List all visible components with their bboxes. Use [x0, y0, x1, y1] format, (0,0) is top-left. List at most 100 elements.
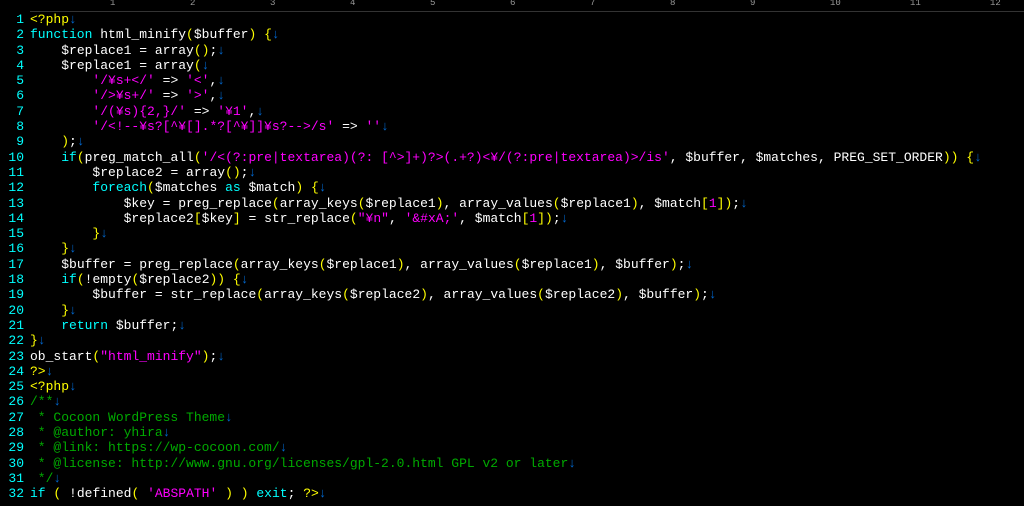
code-line[interactable]: foreach($matches as $match) {↓	[30, 180, 1024, 195]
token-plain: =>	[186, 104, 217, 119]
code-line[interactable]: $buffer = str_replace(array_keys($replac…	[30, 287, 1024, 302]
code-line[interactable]: if(!empty($replace2)) {↓	[30, 272, 1024, 287]
token-plain: ,	[623, 287, 639, 302]
ruler: 123456789101112	[30, 0, 1024, 12]
token-var: $match	[654, 196, 701, 211]
code-line[interactable]: }↓	[30, 241, 1024, 256]
line-number: 7	[0, 104, 24, 119]
token-func: preg_replace	[139, 257, 233, 272]
token-eol: ↓	[69, 12, 77, 27]
token-plain: =>	[155, 73, 186, 88]
ruler-mark: 4	[350, 0, 355, 11]
token-eol: ↓	[241, 272, 249, 287]
token-plain: !	[61, 486, 77, 501]
code-line[interactable]: return $buffer;↓	[30, 318, 1024, 333]
code-line[interactable]: }↓	[30, 333, 1024, 348]
line-number: 1	[0, 12, 24, 27]
code-line[interactable]: * Cocoon WordPress Theme↓	[30, 410, 1024, 425]
token-eol: ↓	[974, 150, 982, 165]
ruler-mark: 5	[430, 0, 435, 11]
token-eol: ↓	[561, 211, 569, 226]
token-func: array	[155, 43, 194, 58]
token-delim: ?>	[30, 364, 46, 379]
token-eol: ↓	[69, 303, 77, 318]
token-var: $match	[249, 180, 296, 195]
token-paren: {	[264, 27, 272, 42]
code-line[interactable]: }↓	[30, 226, 1024, 241]
code-line[interactable]: $replace2 = array();↓	[30, 165, 1024, 180]
token-func: str_replace	[264, 211, 350, 226]
code-editor[interactable]: 123456789101112 123456789101112131415161…	[0, 0, 1024, 506]
line-number: 18	[0, 272, 24, 287]
token-paren: )	[615, 287, 623, 302]
code-line[interactable]: ?>↓	[30, 364, 1024, 379]
token-plain: ;	[288, 486, 304, 501]
line-number: 27	[0, 410, 24, 425]
token-plain: ,	[444, 196, 460, 211]
token-plain	[30, 58, 61, 73]
token-eol: ↓	[256, 104, 264, 119]
token-str: 'ABSPATH'	[147, 486, 217, 501]
code-line[interactable]: if(preg_match_all('/<(?:pre|textarea)(?:…	[30, 150, 1024, 165]
token-plain: =>	[334, 119, 365, 134]
token-plain	[30, 119, 92, 134]
code-line[interactable]: '/<!--¥s?[^¥[].*?[^¥]]¥s?-->/s' => ''↓	[30, 119, 1024, 134]
token-paren: (	[342, 287, 350, 302]
ruler-mark: 12	[990, 0, 1001, 11]
token-cmt: * @link: https://wp-cocoon.com/	[30, 440, 280, 455]
code-line[interactable]: * @license: http://www.gnu.org/licenses/…	[30, 456, 1024, 471]
code-line[interactable]: * @link: https://wp-cocoon.com/↓	[30, 440, 1024, 455]
code-line[interactable]: '/(¥s){2,}/' => '¥1',↓	[30, 104, 1024, 119]
token-cmt: * @author: yhira	[30, 425, 163, 440]
ruler-mark: 3	[270, 0, 275, 11]
token-func: str_replace	[170, 287, 256, 302]
line-number: 12	[0, 180, 24, 195]
code-line[interactable]: $replace1 = array();↓	[30, 43, 1024, 58]
token-str: '<'	[186, 73, 209, 88]
code-line[interactable]: $buffer = preg_replace(array_keys($repla…	[30, 257, 1024, 272]
token-plain: ,	[600, 257, 616, 272]
code-line[interactable]: $key = preg_replace(array_keys($replace1…	[30, 196, 1024, 211]
token-plain	[108, 318, 116, 333]
token-plain	[30, 226, 92, 241]
code-line[interactable]: $replace1 = array(↓	[30, 58, 1024, 73]
token-plain: =	[147, 287, 170, 302]
token-func: defined	[77, 486, 132, 501]
token-plain	[30, 43, 61, 58]
code-line[interactable]: <?php↓	[30, 379, 1024, 394]
code-line[interactable]: $replace2[$key] = str_replace("¥n", '&#x…	[30, 211, 1024, 226]
code-line[interactable]: '/¥s+</' => '<',↓	[30, 73, 1024, 88]
code-line[interactable]: * @author: yhira↓	[30, 425, 1024, 440]
token-eol: ↓	[53, 471, 61, 486]
code-line[interactable]: /**↓	[30, 394, 1024, 409]
token-func: array_keys	[280, 196, 358, 211]
token-var: $key	[124, 196, 155, 211]
token-plain: ;	[701, 287, 709, 302]
code-line[interactable]: '/>¥s+/' => '>',↓	[30, 88, 1024, 103]
token-const: PREG_SET_ORDER	[834, 150, 943, 165]
line-number: 5	[0, 73, 24, 88]
token-paren: [	[701, 196, 709, 211]
code-area[interactable]: <?php↓function html_minify($buffer) {↓ $…	[30, 0, 1024, 506]
token-paren: (	[233, 257, 241, 272]
token-plain: ,	[459, 211, 475, 226]
token-plain	[30, 211, 124, 226]
token-paren: ))	[210, 272, 226, 287]
ruler-mark: 7	[590, 0, 595, 11]
code-line[interactable]: <?php↓	[30, 12, 1024, 27]
token-paren: {	[966, 150, 974, 165]
token-paren: (	[77, 150, 85, 165]
token-paren: )	[295, 180, 303, 195]
token-plain: =	[131, 58, 154, 73]
ruler-mark: 8	[670, 0, 675, 11]
token-paren: )	[670, 257, 678, 272]
code-line[interactable]: }↓	[30, 303, 1024, 318]
token-plain	[30, 104, 92, 119]
token-kw: exit	[256, 486, 287, 501]
token-var: $replace1	[61, 43, 131, 58]
code-line[interactable]: );↓	[30, 134, 1024, 149]
code-line[interactable]: */↓	[30, 471, 1024, 486]
code-line[interactable]: ob_start("html_minify");↓	[30, 349, 1024, 364]
code-line[interactable]: if ( !defined( 'ABSPATH' ) ) exit; ?>↓	[30, 486, 1024, 501]
code-line[interactable]: function html_minify($buffer) {↓	[30, 27, 1024, 42]
